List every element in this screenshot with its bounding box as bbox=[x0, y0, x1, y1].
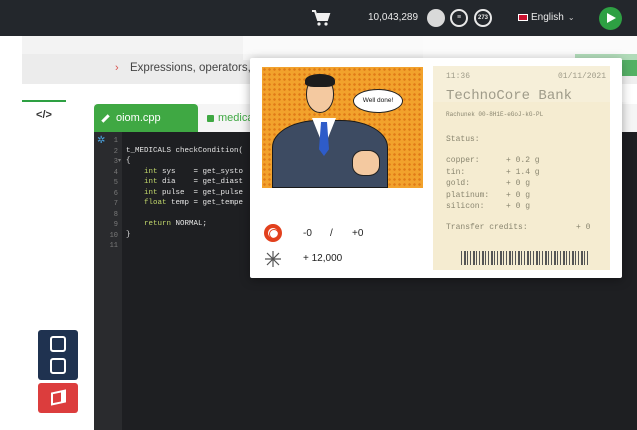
reward-value: + 12,000 bbox=[303, 253, 343, 264]
balance-value: 10,043,289 bbox=[368, 12, 419, 23]
chevron-right-icon: › bbox=[115, 62, 119, 74]
bank-icon[interactable]: ≡ bbox=[450, 9, 468, 27]
transfer-label: Transfer credits: bbox=[446, 223, 528, 232]
counter-icon[interactable]: 273 bbox=[474, 9, 492, 27]
receipt-item-value: + 0 g bbox=[506, 202, 531, 211]
code-line: float temp = get_tempe bbox=[144, 199, 244, 207]
clapping-hands bbox=[352, 150, 380, 176]
transfer-value: + 0 bbox=[576, 223, 591, 232]
report-button[interactable] bbox=[38, 383, 78, 413]
receipt-item-name: gold: bbox=[446, 179, 471, 188]
receipt-item-name: silicon: bbox=[446, 202, 485, 211]
line-number: 6 bbox=[113, 189, 118, 198]
feedback-buttons bbox=[38, 330, 78, 380]
sparkle-icon bbox=[265, 251, 281, 267]
businessman-hair bbox=[305, 74, 335, 87]
thumbs-up-icon[interactable] bbox=[50, 336, 66, 352]
fold-arrow-icon[interactable]: ▾ bbox=[118, 157, 121, 164]
receipt-item-value: + 1.4 g bbox=[506, 167, 540, 177]
line-number: 2 bbox=[113, 147, 118, 156]
receipt-account: Rachunek 00-8H1E-eGoJ-kG-PL bbox=[446, 111, 544, 118]
code-view-toggle[interactable]: </> bbox=[22, 100, 66, 130]
pencil-icon bbox=[101, 113, 110, 123]
app-root: { "topbar": { "balance": "10,043,289", "… bbox=[0, 0, 637, 430]
receipt-item-name: copper: bbox=[446, 156, 480, 165]
receipt-item-value: + 0 g bbox=[506, 179, 531, 188]
lifebuoy-right-value: +0 bbox=[352, 228, 364, 239]
receipt-item-value: + 0 g bbox=[506, 190, 531, 200]
play-button[interactable] bbox=[599, 7, 622, 30]
side-panel bbox=[22, 100, 94, 430]
breadcrumb-text[interactable]: Expressions, operators, c bbox=[130, 62, 260, 74]
line-number: 1 bbox=[113, 137, 118, 145]
code-line: int dia = get_diast bbox=[144, 178, 244, 186]
line-number: 10 bbox=[109, 231, 118, 240]
tab-label: oiom.cpp bbox=[116, 112, 161, 124]
cart-icon[interactable] bbox=[311, 9, 331, 27]
code-line: return NORMAL; bbox=[144, 220, 208, 228]
code-line: t_MEDICALS checkCondition( bbox=[126, 146, 244, 155]
line-number: 9 bbox=[113, 221, 118, 229]
frost-overlay bbox=[423, 36, 637, 102]
code-line: int sys = get_systo bbox=[144, 167, 244, 176]
line-number: 11 bbox=[109, 242, 118, 250]
line-number: 7 bbox=[113, 200, 118, 208]
language-label: English bbox=[531, 12, 564, 23]
tab-oiom-cpp[interactable]: oiom.cpp bbox=[94, 104, 198, 132]
code-line: int pulse = get_pulse bbox=[144, 188, 244, 197]
resource-icon[interactable] bbox=[427, 9, 445, 27]
line-number: 8 bbox=[113, 210, 118, 219]
language-selector[interactable]: English ⌄ bbox=[518, 12, 575, 23]
thumbs-down-icon[interactable] bbox=[50, 358, 66, 374]
code-line: { bbox=[126, 157, 131, 165]
lock-icon bbox=[207, 114, 214, 122]
tab-label: medica bbox=[218, 112, 254, 124]
receipt-status-label: Status: bbox=[446, 135, 480, 144]
receipt-item-name: platinum: bbox=[446, 190, 490, 200]
megaphone-icon bbox=[51, 389, 66, 406]
code-line: } bbox=[126, 230, 131, 239]
barcode bbox=[461, 251, 589, 265]
editor-gutter bbox=[94, 132, 122, 430]
receipt-item-value: + 0.2 g bbox=[506, 156, 540, 165]
lifebuoy-left-value: -0 bbox=[303, 228, 312, 239]
line-number: 4 bbox=[113, 168, 118, 177]
uk-flag-icon bbox=[518, 13, 528, 21]
speech-bubble: Well done! bbox=[353, 89, 403, 113]
line-number: 3 bbox=[113, 158, 118, 166]
line-number: 5 bbox=[113, 179, 118, 187]
lifebuoy-icon bbox=[264, 224, 282, 242]
lifebuoy-separator: / bbox=[330, 228, 333, 239]
chevron-down-icon: ⌄ bbox=[567, 13, 575, 22]
receipt-item-name: tin: bbox=[446, 167, 466, 177]
